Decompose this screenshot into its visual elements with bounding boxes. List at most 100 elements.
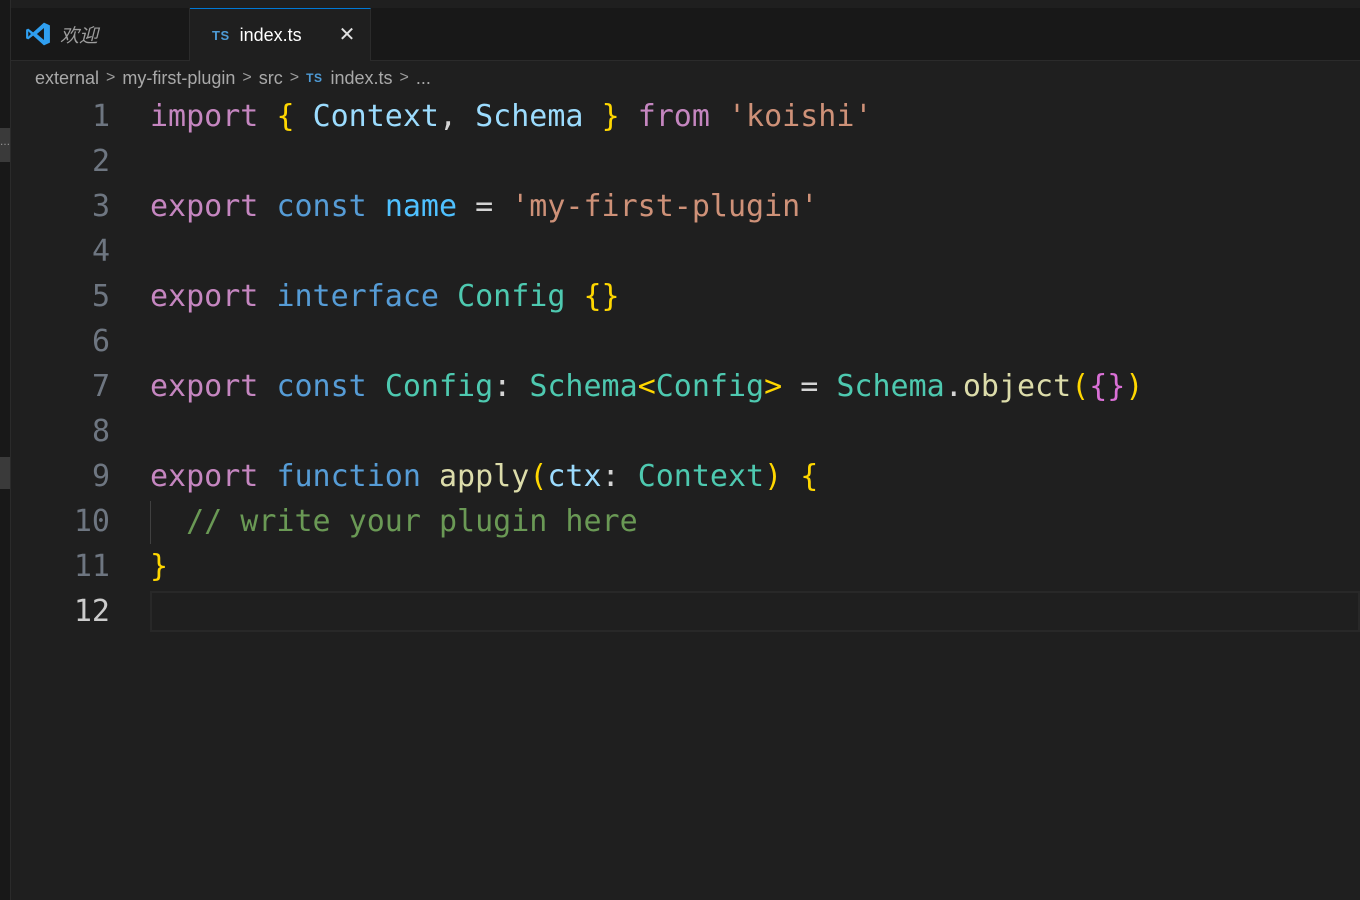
- code-token: ): [764, 459, 783, 494]
- code-token: export: [150, 189, 259, 224]
- code-line[interactable]: 10 // write your plugin here: [11, 499, 1360, 544]
- code-token: {}: [1089, 369, 1126, 404]
- line-number: 1: [91, 99, 110, 134]
- breadcrumb-symbols[interactable]: ...: [416, 68, 431, 89]
- tab-welcome[interactable]: 欢迎: [11, 8, 190, 60]
- code-text: export function apply(ctx: Context) {: [150, 454, 818, 499]
- line-number: 9: [91, 459, 110, 494]
- breadcrumb-my-first-plugin[interactable]: my-first-plugin: [122, 68, 235, 89]
- code-line[interactable]: 11}: [11, 544, 1360, 589]
- code-token: (: [529, 459, 548, 494]
- code-token: Schema: [529, 369, 638, 404]
- code-token: export: [150, 459, 259, 494]
- chevron-right-icon: >: [242, 69, 252, 86]
- code-text: import { Context, Schema } from 'koishi': [150, 94, 873, 139]
- code-token: const: [276, 189, 367, 224]
- line-number: 4: [91, 234, 110, 269]
- code-line[interactable]: 12: [11, 589, 1360, 634]
- code-token: :: [493, 369, 530, 404]
- breadcrumb-src[interactable]: src: [259, 68, 283, 89]
- line-number: 3: [91, 189, 110, 224]
- code-token: ,: [439, 99, 458, 134]
- code-line[interactable]: 4: [11, 229, 1360, 274]
- code-line[interactable]: 7 export const Config: Schema<Config> = S…: [11, 364, 1360, 409]
- code-token: Schema: [836, 369, 945, 404]
- code-token: Config: [457, 279, 566, 314]
- code-token: }: [601, 99, 620, 134]
- code-line[interactable]: 2: [11, 139, 1360, 184]
- code-token: (: [1071, 369, 1090, 404]
- activity-strip: …: [0, 0, 11, 900]
- code-token: import: [150, 99, 259, 134]
- line-number: 2: [91, 144, 110, 179]
- code-token: :: [601, 459, 638, 494]
- code-token: apply: [439, 459, 530, 494]
- code-token: ctx: [547, 459, 602, 494]
- code-token: // write your plugin here: [186, 504, 638, 539]
- code-text: }: [150, 544, 168, 589]
- more-dots-icon: …: [0, 137, 10, 148]
- line-number: 8: [91, 414, 110, 449]
- code-token: const: [276, 369, 367, 404]
- code-token: Context: [637, 459, 765, 494]
- code-token: ): [1125, 369, 1144, 404]
- line-number: 6: [91, 324, 110, 359]
- tab-index-ts[interactable]: TS index.ts ✕: [190, 8, 371, 61]
- code-token: Schema: [475, 99, 584, 134]
- indent-guide: [150, 501, 151, 544]
- code-token: Config: [655, 369, 765, 404]
- code-token: {: [800, 459, 819, 494]
- code-token: export: [150, 369, 259, 404]
- code-text: export const name = 'my-first-plugin': [150, 184, 818, 229]
- tab-welcome-label: 欢迎: [60, 24, 99, 47]
- code-token: =: [782, 369, 837, 404]
- code-text: // write your plugin here: [150, 499, 638, 544]
- editor-tab-bar: 欢迎 TS index.ts ✕: [11, 8, 1360, 61]
- code-token: interface: [276, 279, 439, 314]
- chevron-right-icon: >: [399, 69, 409, 86]
- strip-marker: [0, 457, 10, 489]
- code-line[interactable]: 9 export function apply(ctx: Context) {: [11, 454, 1360, 499]
- code-line[interactable]: 1 import { Context, Schema } from 'koishi…: [11, 94, 1360, 139]
- chevron-right-icon: >: [106, 69, 116, 86]
- code-text: export interface Config {}: [150, 274, 620, 319]
- code-token: <: [637, 369, 656, 404]
- code-line[interactable]: 6: [11, 319, 1360, 364]
- code-token: =: [457, 189, 512, 224]
- breadcrumb-index-ts[interactable]: index.ts: [330, 68, 392, 89]
- code-line[interactable]: 3 export const name = 'my-first-plugin': [11, 184, 1360, 229]
- code-token: from: [637, 99, 710, 134]
- tab-index-ts-label: index.ts: [239, 24, 302, 45]
- code-editor[interactable]: 1 import { Context, Schema } from 'koishi…: [11, 94, 1360, 900]
- code-line[interactable]: 8: [11, 409, 1360, 454]
- code-line[interactable]: 5 export interface Config {}: [11, 274, 1360, 319]
- line-number: 10: [73, 504, 110, 539]
- line-number: 12: [73, 594, 110, 629]
- typescript-file-icon: TS: [306, 71, 323, 85]
- breadcrumb-external[interactable]: external: [35, 68, 99, 89]
- close-icon[interactable]: ✕: [336, 23, 358, 45]
- code-token: 'my-first-plugin': [511, 189, 819, 224]
- vscode-logo-icon: [25, 21, 51, 47]
- code-token: function: [276, 459, 421, 494]
- code-text: export const Config: Schema<Config> = Sc…: [150, 364, 1143, 409]
- code-token: {: [276, 99, 295, 134]
- code-token: Config: [384, 369, 494, 404]
- code-token: .: [944, 369, 963, 404]
- code-token: name: [384, 189, 458, 224]
- code-token: }: [150, 549, 169, 584]
